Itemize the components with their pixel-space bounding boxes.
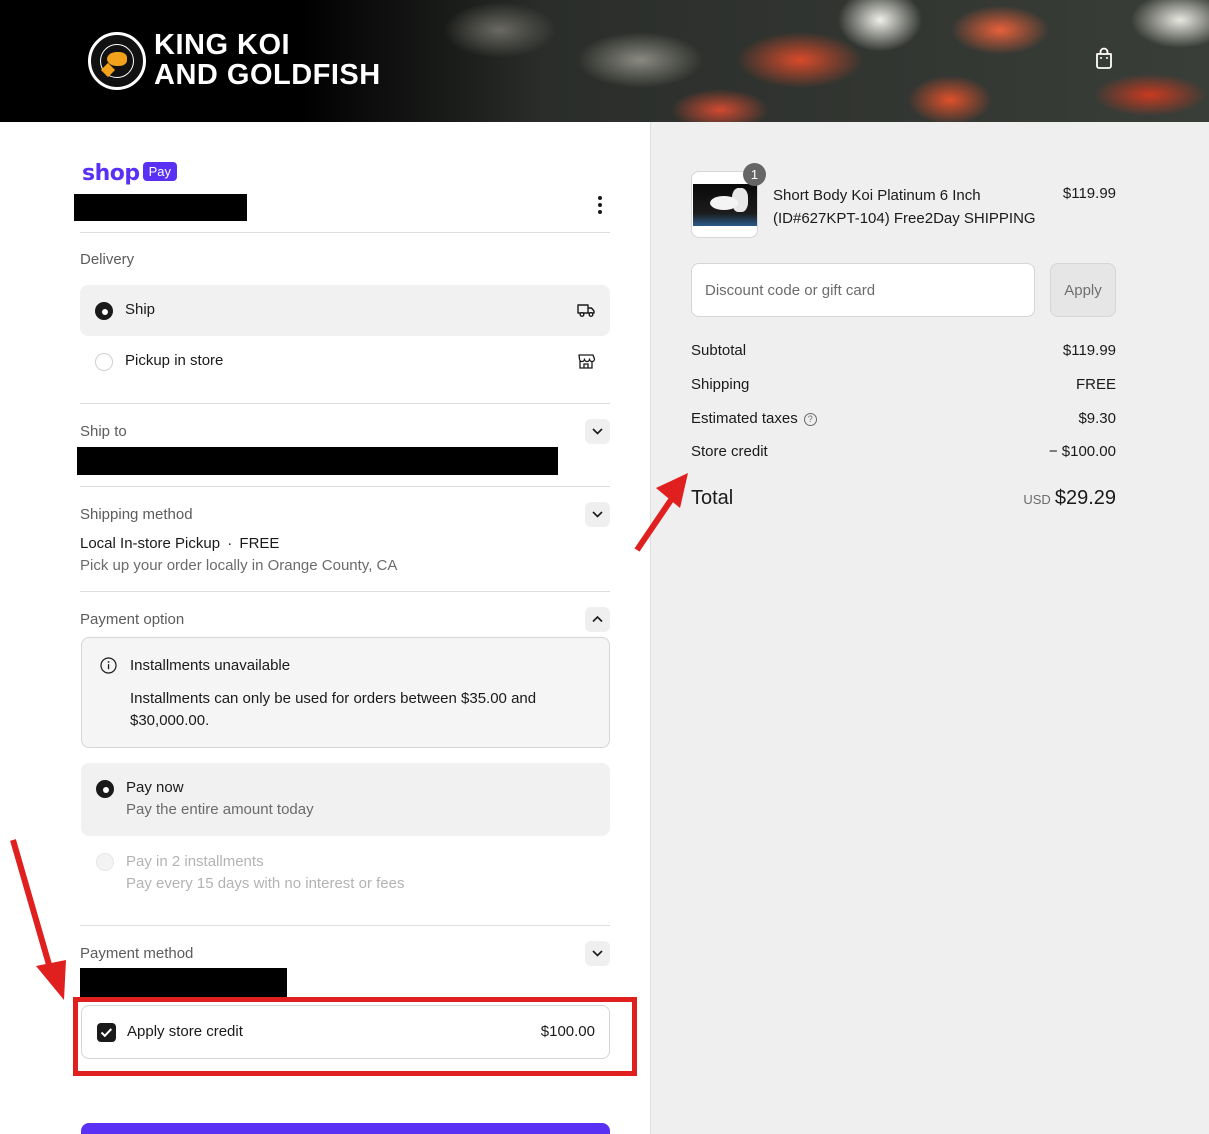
shipping-method-summary: Local In-store Pickup · FREE	[80, 535, 279, 552]
shop-pay-shop: shop	[82, 161, 140, 186]
more-options-icon[interactable]	[592, 194, 608, 216]
ship-to-heading: Ship to	[80, 423, 127, 440]
payment-option-heading: Payment option	[80, 611, 185, 628]
discount-code-input[interactable]	[691, 263, 1035, 317]
store-credit-label: Store credit	[691, 443, 768, 460]
store-icon	[578, 354, 596, 369]
subtotal-value: $119.99	[1062, 342, 1116, 359]
installments-label: Pay in 2 installments	[126, 853, 264, 870]
total-currency: USD	[1023, 492, 1051, 507]
delivery-heading: Delivery	[80, 251, 135, 268]
ship-radio[interactable]	[95, 302, 113, 320]
shipping-label: Shipping	[691, 376, 750, 393]
divider	[80, 403, 610, 404]
divider	[80, 591, 610, 592]
shipping-row: Shipping FREE	[691, 376, 1116, 393]
payment-option-collapse-button[interactable]	[585, 607, 610, 632]
pay-now-sub: Pay the entire amount today	[126, 801, 314, 818]
delivery-option-pickup[interactable]: Pickup in store	[80, 336, 610, 387]
installments-notice: Installments unavailable Installments ca…	[81, 637, 610, 748]
pay-installments-option: Pay in 2 installments Pay every 15 days …	[81, 836, 610, 906]
quantity-badge: 1	[743, 163, 766, 186]
payment-method-heading: Payment method	[80, 945, 194, 962]
logo-seal-icon[interactable]	[88, 32, 146, 90]
total-amount: USD $29.29	[1023, 487, 1116, 510]
logo-line-2: AND GOLDFISH	[154, 59, 381, 91]
chevron-down-icon	[592, 511, 603, 518]
shop-pay-badge: Pay	[142, 162, 178, 181]
delivery-option-ship[interactable]: Ship	[80, 285, 610, 336]
chevron-up-icon	[592, 615, 603, 623]
chevron-down-icon	[592, 950, 603, 957]
arrow-to-store-credit-icon	[10, 839, 66, 1000]
pickup-label: Pickup in store	[125, 352, 224, 369]
product-title-line-1: Short Body Koi Platinum 6 Inch	[773, 187, 981, 204]
subtotal-label: Subtotal	[691, 342, 747, 359]
shipping-value: FREE	[1075, 376, 1116, 393]
store-credit-value: − $100.00	[1048, 443, 1116, 460]
product-title-line-2: (ID#627KPT-104) Free2Day SHIPPING	[773, 210, 1036, 227]
redacted-payment-method	[80, 968, 287, 998]
ship-to-expand-button[interactable]	[585, 419, 610, 444]
apply-discount-button[interactable]: Apply	[1050, 263, 1116, 317]
divider	[80, 232, 610, 233]
pay-now-label: Pay now	[126, 779, 184, 796]
store-logo[interactable]: KING KOI AND GOLDFISH	[154, 30, 381, 90]
product-price: $119.99	[1062, 185, 1116, 202]
taxes-row: Estimated taxes? $9.30	[691, 410, 1116, 427]
shipping-method-expand-button[interactable]	[585, 502, 610, 527]
pickup-radio[interactable]	[95, 353, 113, 371]
product-title: Short Body Koi Platinum 6 Inch (ID#627KP…	[773, 184, 1036, 230]
subtotal-row: Subtotal $119.99	[691, 342, 1116, 359]
payment-method-expand-button[interactable]	[585, 941, 610, 966]
shipping-method-name: Local In-store Pickup	[80, 535, 221, 552]
shipping-method-description: Pick up your order locally in Orange Cou…	[80, 557, 398, 574]
chevron-down-icon	[592, 428, 603, 435]
redacted-address	[77, 447, 558, 475]
divider	[80, 925, 610, 926]
logo-line-1: KING KOI	[154, 29, 291, 61]
store-credit-row: Store credit − $100.00	[691, 443, 1116, 460]
annotation-highlight-box	[73, 997, 637, 1076]
shipping-method-separator: ·	[227, 535, 233, 552]
shipping-method-heading: Shipping method	[80, 506, 193, 523]
installments-radio	[96, 853, 114, 871]
pay-now-option[interactable]: Pay now Pay the entire amount today	[81, 763, 610, 836]
truck-icon	[577, 304, 595, 317]
installments-sub: Pay every 15 days with no interest or fe…	[126, 875, 405, 892]
notice-body: Installments can only be used for orders…	[130, 690, 537, 729]
taxes-value: $9.30	[1078, 410, 1116, 427]
notice-title: Installments unavailable	[130, 657, 291, 674]
help-icon[interactable]: ?	[803, 413, 817, 426]
shop-pay-logo: shop Pay	[82, 161, 178, 186]
total-value: $29.29	[1054, 487, 1116, 509]
total-row: Total USD $29.29	[691, 487, 1116, 513]
taxes-label: Estimated taxes	[691, 410, 798, 427]
info-icon	[100, 657, 117, 674]
divider	[80, 486, 610, 487]
redacted-account	[74, 194, 247, 221]
total-label: Total	[691, 487, 734, 509]
pay-now-radio[interactable]	[96, 780, 114, 798]
shopping-bag-icon[interactable]	[1094, 47, 1114, 69]
store-header: KING KOI AND GOLDFISH	[0, 0, 1209, 122]
shipping-method-price: FREE	[239, 535, 280, 552]
ship-label: Ship	[125, 301, 156, 318]
pay-now-button[interactable]	[81, 1123, 610, 1134]
